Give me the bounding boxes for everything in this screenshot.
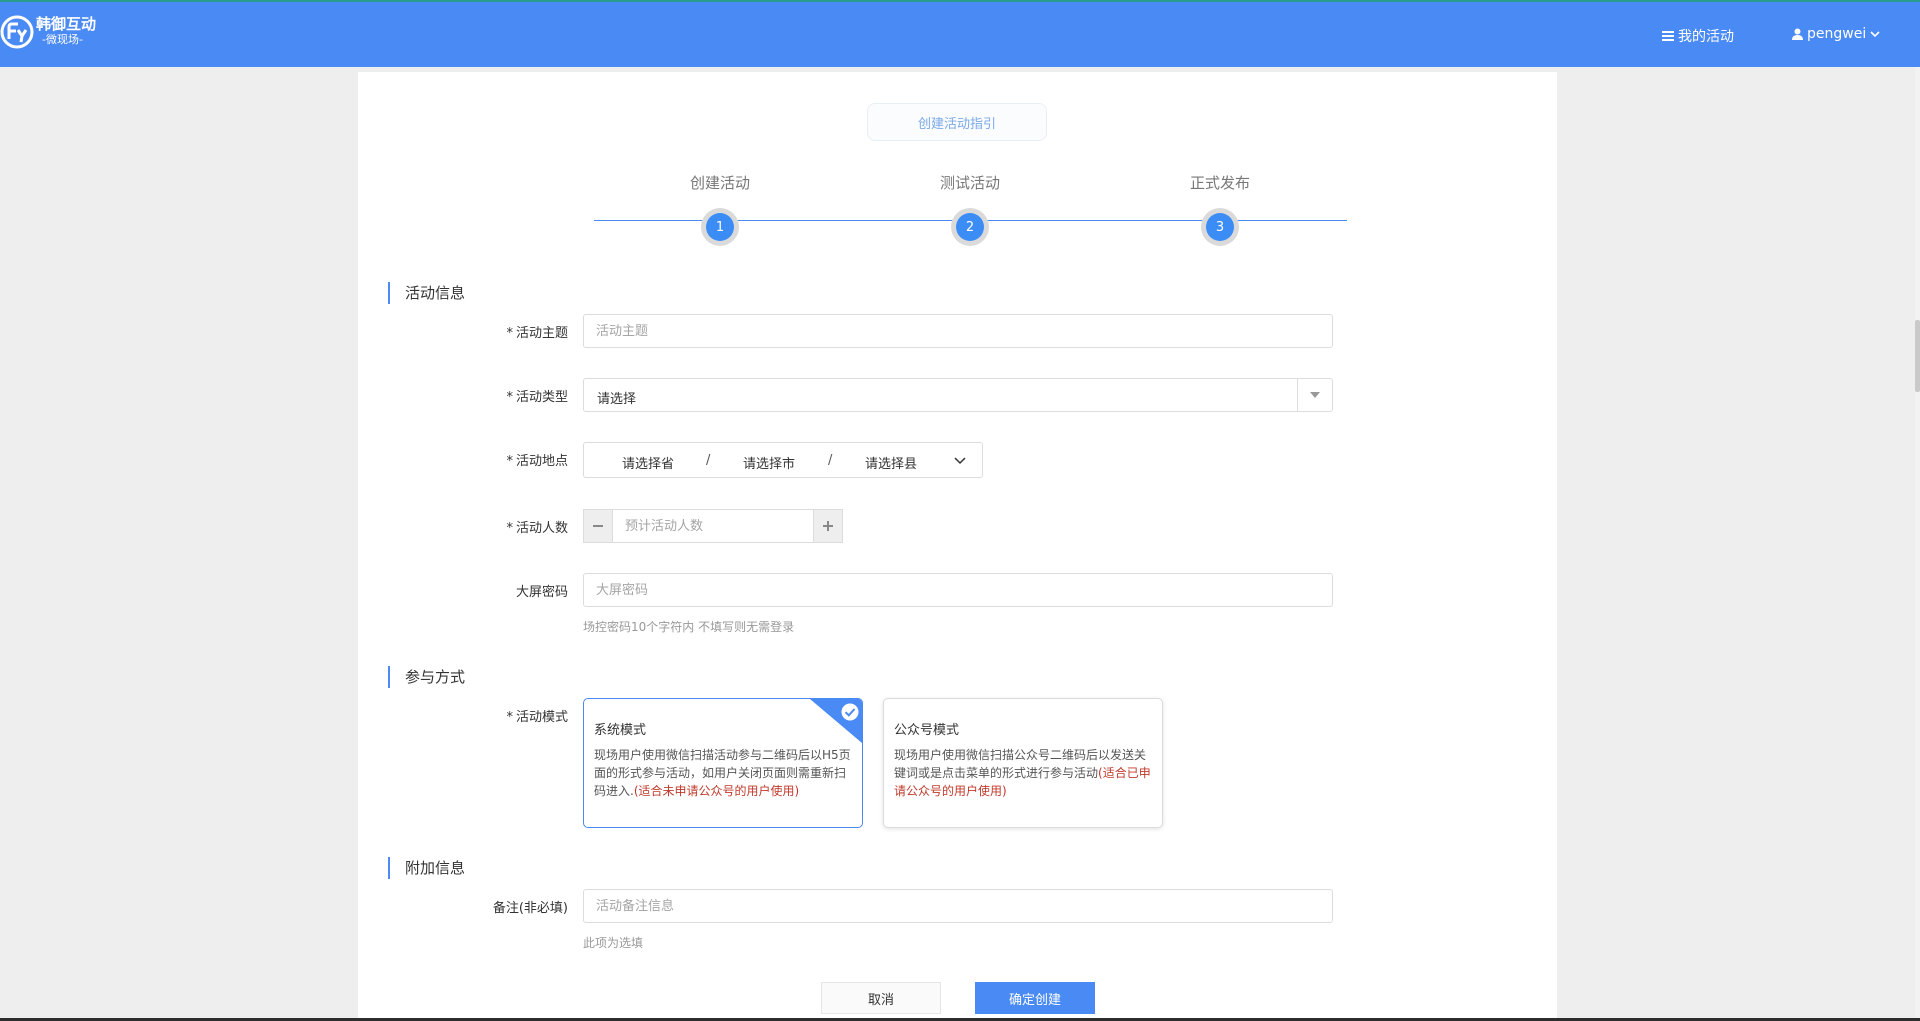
required-mark: * <box>506 326 513 341</box>
required-mark: * <box>506 454 513 469</box>
mode-title: 公众号模式 <box>894 723 960 738</box>
step-number: 2 <box>956 213 984 241</box>
step-number: 3 <box>1206 213 1234 241</box>
confirm-create-button[interactable]: 确定创建 <box>975 982 1095 1014</box>
cancel-button[interactable]: 取消 <box>821 982 941 1014</box>
remark-input[interactable] <box>583 889 1333 923</box>
brand-logo[interactable]: 韩御互动 -微现场- <box>0 15 96 49</box>
user-icon <box>1792 28 1803 40</box>
step-label: 测试活动 <box>939 174 1000 192</box>
province-select[interactable]: 请选择省 <box>622 453 674 472</box>
nav-my-activities-label: 我的活动 <box>1678 29 1734 45</box>
chevron-down-icon <box>1870 31 1880 38</box>
nav-my-activities[interactable]: 我的活动 <box>1662 26 1734 46</box>
step-number: 1 <box>706 213 734 241</box>
city-select[interactable]: 请选择市 <box>743 453 795 472</box>
brand-subtitle: -微现场- <box>42 33 83 46</box>
people-stepper <box>583 509 843 543</box>
type-select-value: 请选择 <box>597 392 637 407</box>
section-title-info: 活动信息 <box>388 282 465 304</box>
brand-title: 韩御互动 <box>36 15 97 33</box>
create-guide-button[interactable]: 创建活动指引 <box>867 103 1047 141</box>
people-input[interactable] <box>613 509 813 543</box>
mode-description: 现场用户使用微信扫描活动参与二维码后以H5页面的形式参与活动，如用户关闭页面则需… <box>594 748 851 798</box>
password-label: 大屏密码 <box>515 585 568 600</box>
step-dot: 1 <box>701 208 739 246</box>
required-mark: * <box>506 521 513 536</box>
minus-icon <box>593 525 603 527</box>
mode-card-system[interactable]: 系统模式 现场用户使用微信扫描活动参与二维码后以H5页面的形式参与活动，如用户关… <box>583 698 863 828</box>
caret-down-icon[interactable] <box>1297 379 1332 411</box>
separator: / <box>828 453 833 468</box>
mode-label: * 活动模式 <box>506 710 568 725</box>
mode-card-official-account[interactable]: 公众号模式 现场用户使用微信扫描公众号二维码后以发送关键词或是点击菜单的形式进行… <box>883 698 1163 828</box>
theme-label: * 活动主题 <box>506 326 568 341</box>
scrollbar-thumb[interactable] <box>1915 320 1920 392</box>
check-circle-icon <box>841 703 859 721</box>
step-publish: 正式发布 3 <box>1160 172 1280 246</box>
logo-icon <box>0 15 34 49</box>
mode-description: 现场用户使用微信扫描公众号二维码后以发送关键词或是点击菜单的形式进行参与活动(适… <box>894 748 1151 798</box>
password-input[interactable] <box>583 573 1333 607</box>
mode-note: (适合未申请公众号的用户使用) <box>633 784 800 798</box>
type-select[interactable]: 请选择 <box>583 378 1333 412</box>
section-title-participation: 参与方式 <box>388 666 465 688</box>
location-label: * 活动地点 <box>506 454 568 469</box>
step-dot: 2 <box>951 208 989 246</box>
menu-icon <box>1662 31 1674 41</box>
plus-button[interactable] <box>813 509 843 543</box>
required-mark: * <box>506 390 513 405</box>
people-label: * 活动人数 <box>506 521 568 536</box>
password-help: 场控密码10个字符内 不填写则无需登录 <box>583 620 795 634</box>
section-title-extra: 附加信息 <box>388 857 465 879</box>
county-select[interactable]: 请选择县 <box>865 453 917 472</box>
remark-label: 备注(非必填) <box>492 901 568 916</box>
step-dot: 3 <box>1201 208 1239 246</box>
top-navbar: 韩御互动 -微现场- 我的活动 pengwei <box>0 0 1920 67</box>
step-label: 创建活动 <box>689 174 750 192</box>
theme-input[interactable] <box>583 314 1333 348</box>
step-test: 测试活动 2 <box>910 172 1030 246</box>
step-create: 创建活动 1 <box>660 172 780 246</box>
step-label: 正式发布 <box>1189 174 1250 192</box>
remark-help: 此项为选填 <box>583 936 644 950</box>
scrollbar-track[interactable] <box>1915 67 1920 1021</box>
chevron-down-icon[interactable] <box>954 454 966 469</box>
user-name: pengwei <box>1807 26 1867 42</box>
minus-button[interactable] <box>583 509 613 543</box>
user-menu[interactable]: pengwei <box>1792 26 1884 42</box>
separator: / <box>706 453 711 468</box>
plus-icon <box>823 521 833 531</box>
required-mark: * <box>506 710 513 725</box>
type-label: * 活动类型 <box>506 390 568 405</box>
location-cascader[interactable]: 请选择省 / 请选择市 / 请选择县 <box>583 442 983 478</box>
